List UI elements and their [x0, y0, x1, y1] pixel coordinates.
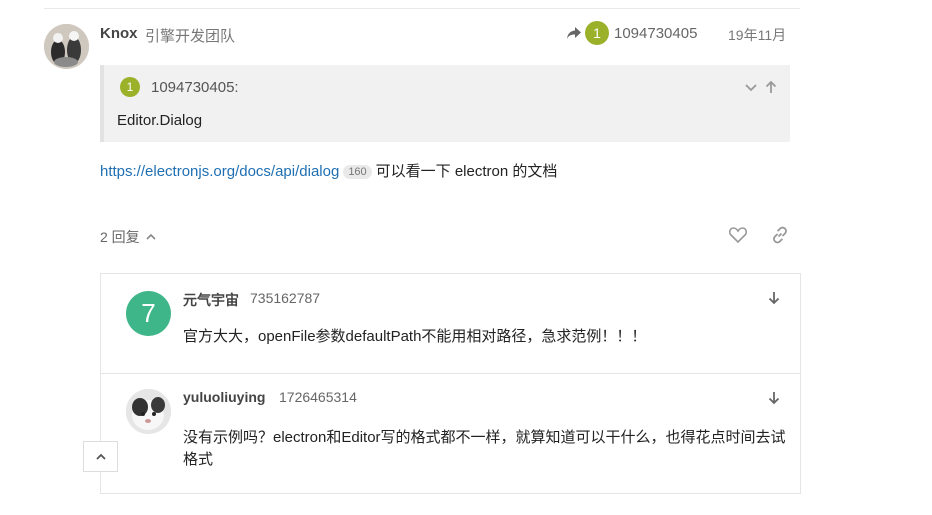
- heart-icon[interactable]: [728, 225, 748, 245]
- reply-2-text-line-1: 没有示例吗？electron和Editor写的格式都不一样，就算知道可以干什么，…: [183, 429, 786, 446]
- arrow-up-icon[interactable]: [763, 79, 779, 95]
- post-user-group[interactable]: 引擎开发团队: [145, 25, 235, 46]
- reply-divider: [101, 373, 800, 374]
- post-date[interactable]: 19年11月: [728, 25, 786, 45]
- reply-to-badge[interactable]: 1: [585, 21, 609, 45]
- link-icon[interactable]: [770, 225, 790, 245]
- avatar-knox[interactable]: [44, 24, 89, 69]
- arrow-down-icon[interactable]: [766, 390, 782, 406]
- post-body: https://electronjs.org/docs/api/dialog 16…: [100, 160, 557, 181]
- reply-1-text: 官方大大，openFile参数defaultPath不能用相对路径，急求范例！！…: [183, 328, 647, 345]
- post-body-suffix: 可以看一下 electron 的文档: [375, 163, 558, 180]
- chevron-up-icon: [95, 453, 106, 460]
- scroll-to-top-button[interactable]: [83, 441, 118, 472]
- quote-block: 1 1094730405: Editor.Dialog: [100, 65, 790, 142]
- replies-toggle-button[interactable]: 2 回复: [100, 227, 158, 247]
- chevron-up-icon: [146, 233, 156, 240]
- reply-2-user-id[interactable]: 1726465314: [279, 389, 357, 405]
- reply-2-text-line-2: 格式: [183, 451, 214, 468]
- reply-2-username[interactable]: yuluoliuying: [183, 389, 265, 405]
- replies-container: 7 元气宇宙 735162787 官方大大，openFile参数defaultP…: [100, 273, 801, 494]
- quote-author: 1094730405:: [151, 79, 239, 96]
- chevron-down-icon[interactable]: [743, 79, 759, 95]
- link-click-count: 160: [343, 165, 372, 179]
- reply-to-username[interactable]: 1094730405: [614, 25, 697, 42]
- avatar-reply-1[interactable]: 7: [126, 291, 171, 336]
- reply-1-user-id[interactable]: 735162787: [250, 290, 320, 306]
- quote-text: Editor.Dialog: [117, 112, 203, 129]
- reply-arrow-icon[interactable]: [566, 25, 582, 41]
- avatar-reply-2[interactable]: [126, 389, 171, 434]
- replies-count-label: 2 回复: [100, 229, 140, 245]
- dialog-doc-link[interactable]: https://electronjs.org/docs/api/dialog: [100, 163, 339, 180]
- quote-avatar-badge: 1: [120, 77, 140, 97]
- top-divider: [44, 8, 800, 9]
- arrow-down-icon[interactable]: [766, 290, 782, 306]
- post-username[interactable]: Knox: [100, 25, 138, 42]
- reply-1-username[interactable]: 元气宇宙: [183, 290, 239, 310]
